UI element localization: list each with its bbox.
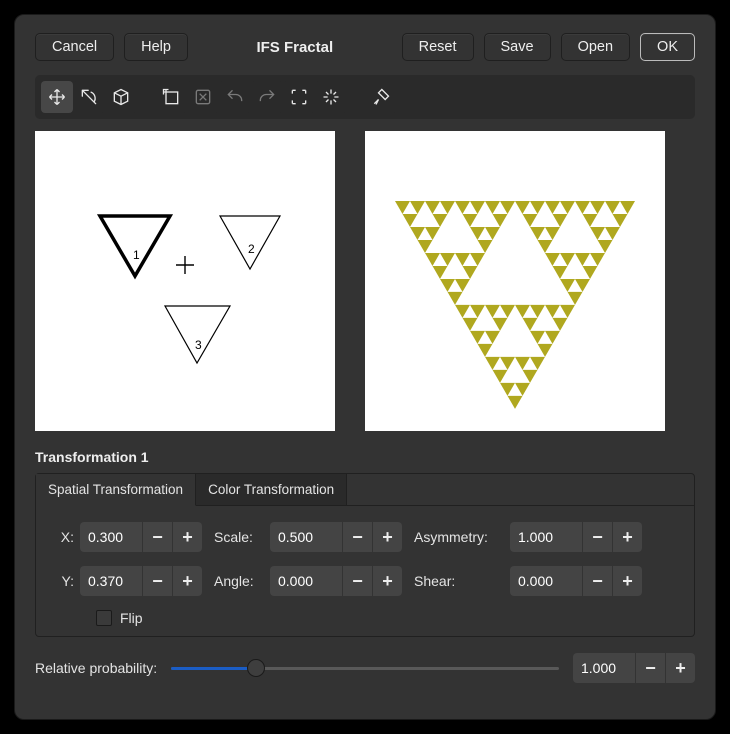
- title-bar: Cancel Help IFS Fractal Reset Save Open …: [35, 33, 695, 61]
- flip-checkbox-row[interactable]: Flip: [96, 610, 682, 626]
- y-input[interactable]: [80, 566, 142, 596]
- tabs: Spatial Transformation Color Transformat…: [36, 474, 694, 506]
- dialog-window: Cancel Help IFS Fractal Reset Save Open …: [14, 14, 716, 720]
- save-button[interactable]: Save: [484, 33, 551, 61]
- probability-label: Relative probability:: [35, 660, 157, 676]
- y-increment[interactable]: +: [172, 566, 202, 596]
- redo-icon[interactable]: [251, 81, 283, 113]
- scale-decrement[interactable]: −: [342, 522, 372, 552]
- triangle-2-label: 2: [248, 242, 255, 256]
- angle-input[interactable]: [270, 566, 342, 596]
- angle-label: Angle:: [214, 573, 264, 589]
- asymmetry-input[interactable]: [510, 522, 582, 552]
- slider-thumb[interactable]: [247, 659, 265, 677]
- shear-label: Shear:: [414, 573, 504, 589]
- y-decrement[interactable]: −: [142, 566, 172, 596]
- move-tool-icon[interactable]: [41, 81, 73, 113]
- tab-spatial[interactable]: Spatial Transformation: [36, 474, 196, 506]
- y-label: Y:: [48, 573, 74, 589]
- triangle-3-label: 3: [195, 338, 202, 352]
- rotate-tool-icon[interactable]: [73, 81, 105, 113]
- flip-label: Flip: [120, 610, 143, 626]
- transformation-panel: Spatial Transformation Color Transformat…: [35, 473, 695, 637]
- scale-label: Scale:: [214, 529, 264, 545]
- asymmetry-increment[interactable]: +: [612, 522, 642, 552]
- shear-increment[interactable]: +: [612, 566, 642, 596]
- undo-icon[interactable]: [219, 81, 251, 113]
- tab-color[interactable]: Color Transformation: [196, 474, 347, 505]
- ok-button[interactable]: OK: [640, 33, 695, 61]
- angle-decrement[interactable]: −: [342, 566, 372, 596]
- probability-decrement[interactable]: −: [635, 653, 665, 683]
- section-title: Transformation 1: [35, 449, 695, 465]
- design-canvas[interactable]: 1 2 3: [35, 131, 335, 431]
- select-all-icon[interactable]: [283, 81, 315, 113]
- probability-increment[interactable]: +: [665, 653, 695, 683]
- recenter-icon[interactable]: [315, 81, 347, 113]
- toolbar: [35, 75, 695, 119]
- stretch-tool-icon[interactable]: [105, 81, 137, 113]
- flip-checkbox[interactable]: [96, 610, 112, 626]
- cancel-button[interactable]: Cancel: [35, 33, 114, 61]
- options-icon[interactable]: [365, 81, 397, 113]
- asymmetry-label: Asymmetry:: [414, 529, 504, 545]
- x-label: X:: [48, 529, 74, 545]
- angle-increment[interactable]: +: [372, 566, 402, 596]
- x-increment[interactable]: +: [172, 522, 202, 552]
- x-decrement[interactable]: −: [142, 522, 172, 552]
- scale-input[interactable]: [270, 522, 342, 552]
- dialog-title: IFS Fractal: [198, 39, 392, 56]
- shear-input[interactable]: [510, 566, 582, 596]
- open-button[interactable]: Open: [561, 33, 630, 61]
- footer-row: Relative probability: − +: [35, 653, 695, 683]
- x-input[interactable]: [80, 522, 142, 552]
- probability-input[interactable]: [573, 653, 635, 683]
- probability-slider[interactable]: [171, 656, 559, 680]
- preview-area: 1 2 3: [35, 131, 695, 431]
- scale-increment[interactable]: +: [372, 522, 402, 552]
- delete-icon[interactable]: [187, 81, 219, 113]
- triangle-1-label: 1: [133, 248, 140, 262]
- new-icon[interactable]: [155, 81, 187, 113]
- asymmetry-decrement[interactable]: −: [582, 522, 612, 552]
- shear-decrement[interactable]: −: [582, 566, 612, 596]
- render-canvas[interactable]: [365, 131, 665, 431]
- help-button[interactable]: Help: [124, 33, 188, 61]
- reset-button[interactable]: Reset: [402, 33, 474, 61]
